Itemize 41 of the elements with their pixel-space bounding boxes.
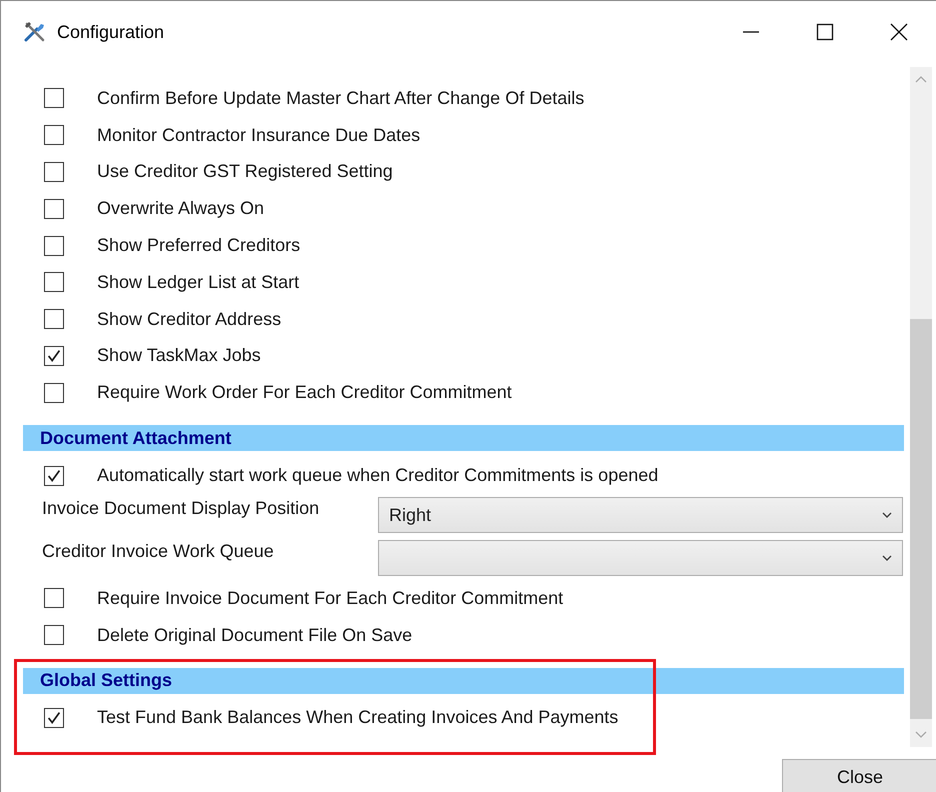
checkbox-label: Confirm Before Update Master Chart After Change Of Details bbox=[97, 88, 584, 109]
checkbox[interactable] bbox=[44, 125, 64, 146]
checkbox-label: Show Creditor Address bbox=[97, 308, 282, 330]
checkbox-label: Show Ledger List at Start bbox=[97, 272, 300, 293]
dropdown[interactable]: Right bbox=[378, 497, 903, 534]
checkbox[interactable] bbox=[44, 309, 64, 330]
checkbox-label: Require Invoice Document For Each Creditor Commitment bbox=[97, 588, 564, 609]
checkbox-label: Use Creditor GST Registered Setting bbox=[97, 161, 393, 182]
minimize-icon bbox=[743, 31, 759, 33]
chevron-icon bbox=[882, 555, 892, 562]
checkbox-label: Show Preferred Creditors bbox=[97, 235, 300, 256]
checkbox-label: Automatically start work queue when Creditor Commitments is opened bbox=[97, 465, 658, 486]
close-button[interactable]: Close bbox=[782, 759, 936, 792]
checkbox-label: Delete Original Document File On Save bbox=[97, 624, 412, 646]
maximize-icon bbox=[815, 22, 835, 42]
field-label: Creditor Invoice Work Queue bbox=[42, 540, 275, 562]
checkbox[interactable] bbox=[44, 466, 64, 486]
checkbox-label: Monitor Contractor Insurance Due Dates bbox=[97, 124, 420, 146]
checkbox[interactable] bbox=[44, 198, 64, 219]
chevron-icon bbox=[882, 512, 892, 518]
checkbox-label: Show TaskMax Jobs bbox=[97, 345, 261, 366]
scrollbar[interactable] bbox=[910, 67, 932, 747]
field-label: Invoice Document Display Position bbox=[42, 496, 320, 519]
section-header: Document Attachment bbox=[23, 425, 904, 452]
section-header: Global Settings bbox=[23, 668, 904, 694]
checkbox[interactable] bbox=[44, 272, 64, 292]
checkbox[interactable] bbox=[44, 236, 64, 256]
scrollbar-thumb[interactable] bbox=[910, 319, 932, 719]
window-title: Configuration bbox=[57, 22, 164, 42]
checkbox[interactable] bbox=[44, 88, 64, 108]
checkbox[interactable] bbox=[44, 382, 64, 403]
checkbox[interactable] bbox=[44, 625, 64, 646]
checkbox[interactable] bbox=[44, 346, 64, 366]
checkbox-label: Require Work Order For Each Creditor Commitment bbox=[97, 382, 512, 404]
checkbox[interactable] bbox=[44, 708, 64, 728]
checkbox-label: Overwrite Always On bbox=[97, 198, 264, 220]
close-icon bbox=[889, 22, 909, 42]
checkbox[interactable] bbox=[44, 588, 64, 608]
tools-icon bbox=[23, 20, 47, 44]
checkbox[interactable] bbox=[44, 162, 64, 182]
checkbox-label: Test Fund Bank Balances When Creating Invoices And Payments bbox=[97, 707, 618, 728]
